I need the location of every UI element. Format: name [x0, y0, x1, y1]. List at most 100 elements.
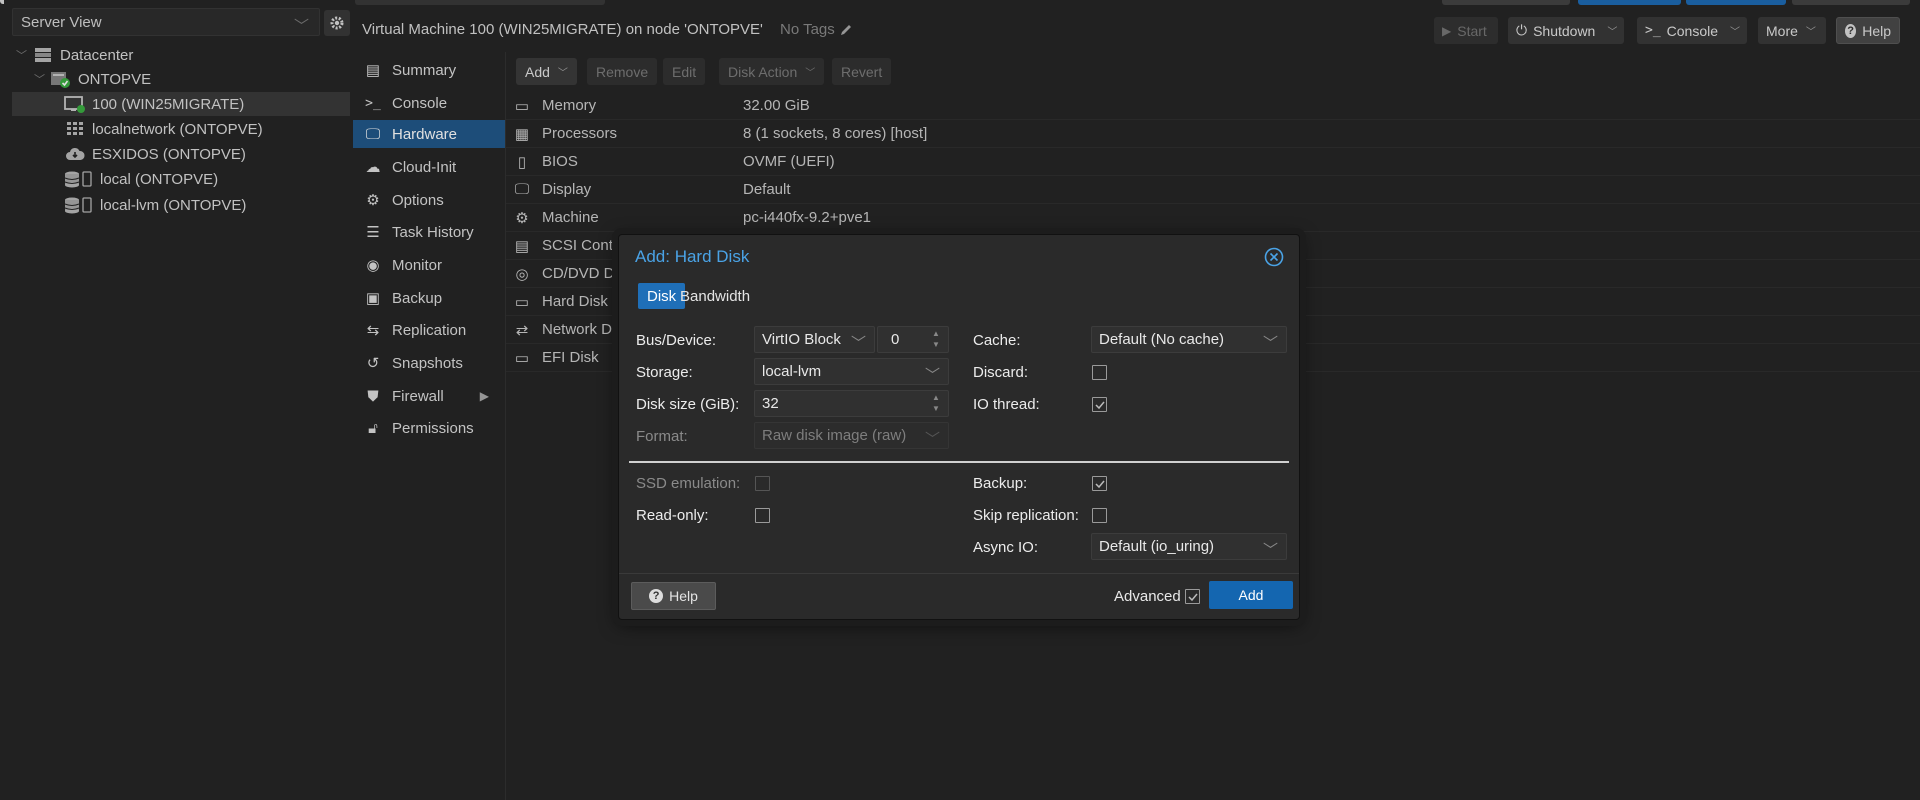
tree-item-datacenter[interactable]: ﹀ Datacenter: [16, 43, 346, 67]
disk-action-button[interactable]: Disk Action ﹀: [719, 58, 825, 85]
menu-item-firewall[interactable]: ⛊ Firewall ▶: [353, 382, 505, 410]
menu-label: Summary: [392, 61, 457, 79]
menu-item-cloud-init[interactable]: ☁ Cloud-Init: [353, 153, 505, 181]
remove-button[interactable]: Remove: [587, 58, 658, 85]
menu-label: Snapshots: [392, 354, 463, 372]
ssd-emulation-checkbox[interactable]: [755, 476, 770, 491]
close-icon: [1264, 247, 1284, 267]
chevron-down-icon: ﹀: [1262, 335, 1278, 352]
discard-checkbox[interactable]: [1092, 365, 1107, 380]
disk-size-input[interactable]: 32 ▲ ▼: [754, 390, 949, 417]
tree-item-local-lvm-storage[interactable]: local-lvm (ONTOPVE): [64, 193, 346, 217]
disk-size-label: Disk size (GiB):: [636, 396, 740, 413]
storage-label: Storage:: [636, 364, 693, 381]
chevron-down-icon[interactable]: ﹀: [1607, 23, 1617, 38]
menu-item-permissions[interactable]: 🔓︎ Permissions: [353, 414, 505, 442]
more-button[interactable]: More ﹀: [1758, 17, 1826, 44]
spinner-arrows-icon[interactable]: ▲ ▼: [932, 328, 944, 350]
menu-item-snapshots[interactable]: ↺ Snapshots: [353, 349, 505, 377]
hw-row-processors[interactable]: ▦ Processors 8 (1 sockets, 8 cores) [host]: [506, 120, 1920, 148]
format-select[interactable]: Raw disk image (raw) ﹀: [754, 422, 949, 449]
advanced-separator: [629, 461, 1289, 463]
cache-select[interactable]: Default (No cache) ﹀: [1091, 326, 1287, 353]
cache-label: Cache:: [973, 332, 1021, 349]
cogs-icon: ⚙: [515, 209, 529, 227]
remove-label: Remove: [596, 63, 649, 80]
vm-config-menu: ▤ Summary >_ Console 🖵 Hardware ☁ Cloud-Init…: [353, 52, 505, 800]
menu-label: Cloud-Init: [392, 158, 457, 176]
spinner-arrows-icon[interactable]: ▲ ▼: [932, 392, 944, 414]
storage-icon: [64, 196, 94, 214]
add-hardware-button[interactable]: Add ﹀: [516, 58, 577, 85]
desktop-icon: 🖵: [365, 125, 381, 143]
tree-item-label: 100 (WIN25MIGRATE): [92, 95, 245, 113]
menu-label: Hardware: [392, 125, 458, 143]
create-ct-button-fragment: [1686, 0, 1786, 5]
tree-item-label: local (ONTOPVE): [100, 170, 219, 188]
ssd-emulation-label: SSD emulation:: [636, 475, 741, 492]
storage-select[interactable]: local-lvm ﹀: [754, 358, 949, 385]
async-io-value: Default (io_uring): [1099, 538, 1215, 555]
edit-button[interactable]: Edit: [663, 58, 706, 85]
tree-item-vm-100[interactable]: 100 (WIN25MIGRATE): [12, 92, 350, 116]
menu-item-monitor[interactable]: ◉ Monitor: [353, 251, 505, 279]
chevron-down-icon[interactable]: ﹀: [1730, 23, 1740, 38]
menu-item-options[interactable]: ⚙ Options: [353, 186, 505, 214]
backup-checkbox[interactable]: [1092, 476, 1107, 491]
io-thread-label: IO thread:: [973, 396, 1040, 413]
hw-row-memory[interactable]: ▭ Memory 32.00 GiB: [506, 92, 1920, 120]
tree-item-node[interactable]: ﹀ ONTOPVE: [34, 67, 346, 91]
database-icon: ▤: [514, 237, 530, 255]
start-button[interactable]: ▶ Start: [1434, 17, 1498, 44]
menu-label: Console: [392, 94, 448, 112]
tree-item-local-storage[interactable]: local (ONTOPVE): [64, 167, 346, 191]
tree-settings-button[interactable]: [324, 10, 350, 36]
hw-row-machine[interactable]: ⚙ Machine pc-i440fx-9.2+pve1: [506, 204, 1920, 232]
menu-item-replication[interactable]: ⇆ Replication: [353, 316, 505, 344]
io-thread-checkbox[interactable]: [1092, 397, 1107, 412]
history-icon: ↺: [366, 355, 380, 372]
view-selector[interactable]: Server View ﹀: [12, 8, 320, 36]
device-number-value: 0: [891, 331, 900, 348]
revert-button[interactable]: Revert: [832, 58, 892, 85]
shutdown-label: Shutdown: [1533, 22, 1596, 39]
bus-select[interactable]: VirtIO Block ﹀: [754, 326, 875, 353]
advanced-checkbox[interactable]: [1185, 589, 1200, 604]
hw-name: BIOS: [542, 153, 578, 170]
network-grid-icon: [64, 120, 86, 138]
memory-icon: ▭: [514, 97, 530, 115]
tags-label: No Tags: [780, 21, 835, 38]
check-icon: [1187, 593, 1198, 601]
close-button[interactable]: [1264, 247, 1284, 267]
shutdown-button[interactable]: ⏻ Shutdown ﹀: [1508, 17, 1624, 44]
search-field-fragment: [355, 0, 605, 5]
collapse-icon[interactable]: ﹀: [34, 71, 48, 87]
menu-label: Task History: [392, 223, 474, 241]
tab-bandwidth[interactable]: Bandwidth: [671, 283, 759, 309]
read-only-checkbox[interactable]: [755, 508, 770, 523]
add-button[interactable]: Add: [1209, 581, 1293, 609]
check-icon: [1094, 480, 1105, 488]
hw-row-display[interactable]: 🖵 Display Default: [506, 176, 1920, 204]
hw-row-bios[interactable]: ▯ BIOS OVMF (UEFI): [506, 148, 1920, 176]
device-number-input[interactable]: 0 ▲ ▼: [877, 326, 949, 353]
tree-item-esxidos[interactable]: ESXIDOS (ONTOPVE): [64, 142, 346, 166]
menu-item-console[interactable]: >_ Console: [353, 89, 505, 117]
tree-item-localnetwork[interactable]: localnetwork (ONTOPVE): [64, 117, 346, 141]
header-help-button[interactable]: ? Help: [1836, 17, 1900, 44]
menu-item-summary[interactable]: ▤ Summary: [353, 56, 505, 84]
cloud-icon: ☁: [365, 159, 381, 176]
menu-item-task-history[interactable]: ☰ Task History: [353, 218, 505, 246]
menu-item-backup[interactable]: ▣ Backup: [353, 284, 505, 312]
menu-item-hardware[interactable]: 🖵 Hardware: [353, 120, 505, 148]
skip-replication-checkbox[interactable]: [1092, 508, 1107, 523]
terminal-icon: >_: [365, 95, 381, 111]
menu-label: Backup: [392, 289, 443, 307]
async-io-select[interactable]: Default (io_uring) ﹀: [1091, 533, 1287, 560]
tags-editor[interactable]: No Tags: [780, 21, 853, 38]
collapse-icon[interactable]: ﹀: [16, 47, 30, 63]
disk-action-label: Disk Action: [728, 63, 798, 80]
dialog-help-button[interactable]: ? Help: [631, 582, 716, 610]
tree-item-label: ESXIDOS (ONTOPVE): [92, 145, 246, 163]
console-button[interactable]: >_ Console ﹀: [1637, 17, 1747, 44]
